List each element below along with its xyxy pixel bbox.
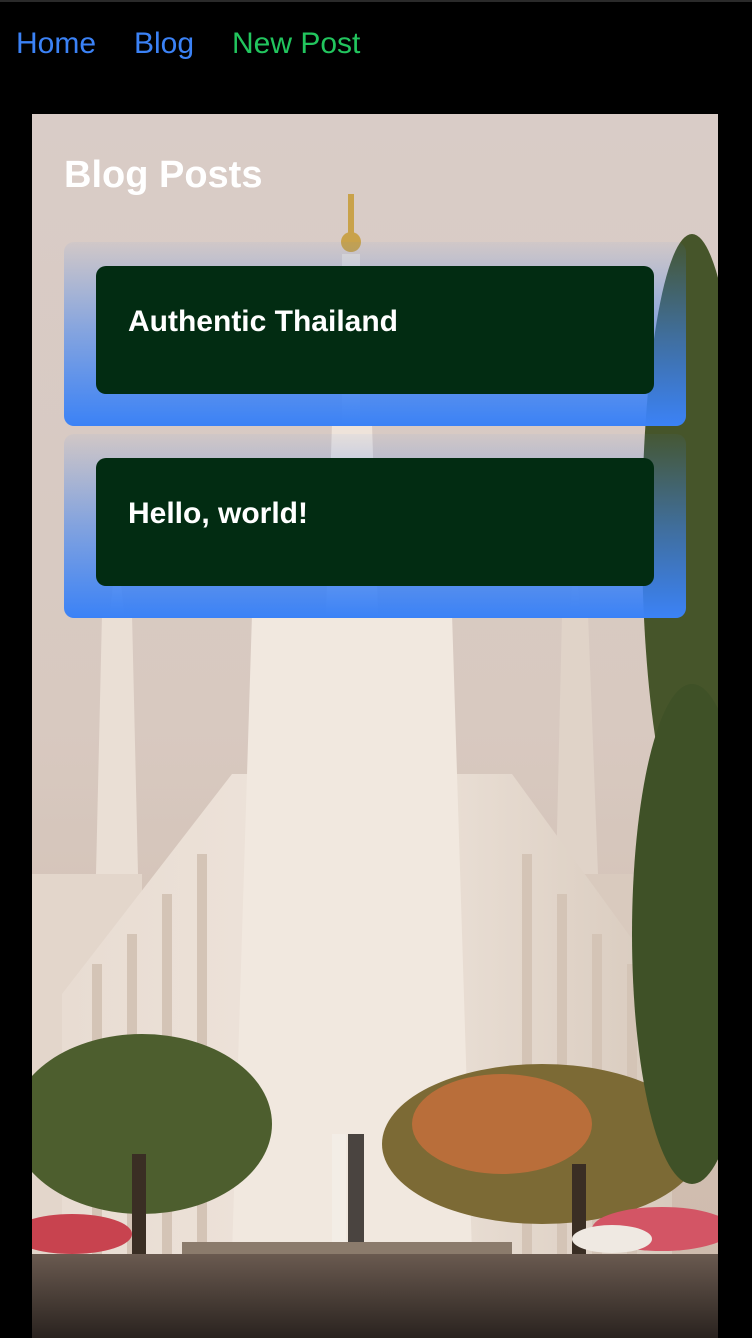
post-item: Authentic Thailand xyxy=(64,242,686,426)
post-item: Hello, world! xyxy=(64,434,686,618)
post-title: Authentic Thailand xyxy=(128,305,398,338)
nav-new-post-link[interactable]: New Post xyxy=(232,26,360,62)
post-title: Hello, world! xyxy=(128,497,308,530)
nav-home-link[interactable]: Home xyxy=(16,26,96,62)
nav-blog-link[interactable]: Blog xyxy=(134,26,194,62)
top-nav: Home Blog New Post xyxy=(0,0,752,90)
blog-panel: Blog Posts Authentic Thailand Hello, wor… xyxy=(32,114,718,1338)
page-title: Blog Posts xyxy=(64,154,263,196)
post-card-link[interactable]: Hello, world! xyxy=(96,458,654,586)
post-card-link[interactable]: Authentic Thailand xyxy=(96,266,654,394)
